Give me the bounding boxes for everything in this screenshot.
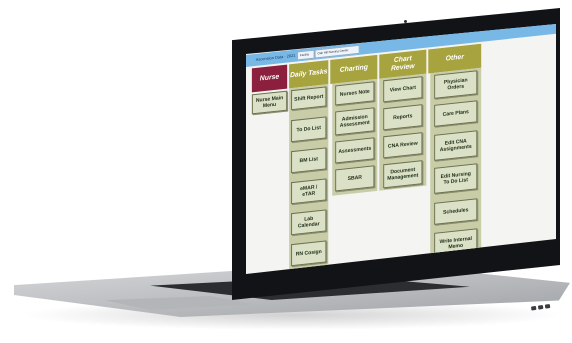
document-management-button[interactable]: Document Management [383, 160, 423, 189]
nurses-note-button[interactable]: Nurses Note [335, 81, 375, 106]
app-logo: Ascension Data · 2021 [255, 52, 296, 62]
reports-button[interactable]: Reports [383, 104, 423, 131]
cna-review-button[interactable]: CNA Review [383, 132, 423, 159]
assessments-button[interactable]: Assessments [335, 137, 375, 164]
admission-assessment-button[interactable]: Admission Assessment [335, 107, 375, 136]
edit-nursing-to-do-list-button[interactable]: Edit Nursing To Do List [434, 163, 478, 194]
physician-orders-button[interactable]: Physician Orders [434, 70, 478, 99]
shift-report-button[interactable]: Shift Report [291, 86, 327, 111]
emar-etar-button[interactable]: eMAR / eTAR [291, 178, 327, 205]
camera-icon [404, 20, 407, 23]
tab-nurse[interactable]: Nurse [251, 64, 288, 93]
lab-calendar-button[interactable]: Lab Calendar [291, 209, 327, 236]
app-window: Ascension Data · 2021 Facility Oak Hill … [246, 24, 556, 274]
rn-cosign-button[interactable]: RN Cosign [291, 240, 327, 267]
laptop-scene: Ascension Data · 2021 Facility Oak Hill … [0, 0, 572, 343]
care-plans-button[interactable]: Care Plans [434, 100, 478, 127]
edit-cna-assignments-button[interactable]: Edit CNA Assignments [434, 130, 478, 161]
nurse-main-menu-button[interactable]: Nurse Main Menu [251, 90, 288, 115]
laptop-screen: Ascension Data · 2021 Facility Oak Hill … [246, 24, 556, 274]
schedules-button[interactable]: Schedules [434, 198, 478, 225]
view-chart-button[interactable]: View Chart [383, 76, 423, 103]
to-do-list-button[interactable]: To Do List [291, 116, 327, 143]
sbar-button[interactable]: SBAR [335, 165, 375, 192]
bm-list-button[interactable]: BM List [291, 147, 327, 174]
facility-label: Facility [296, 49, 315, 61]
